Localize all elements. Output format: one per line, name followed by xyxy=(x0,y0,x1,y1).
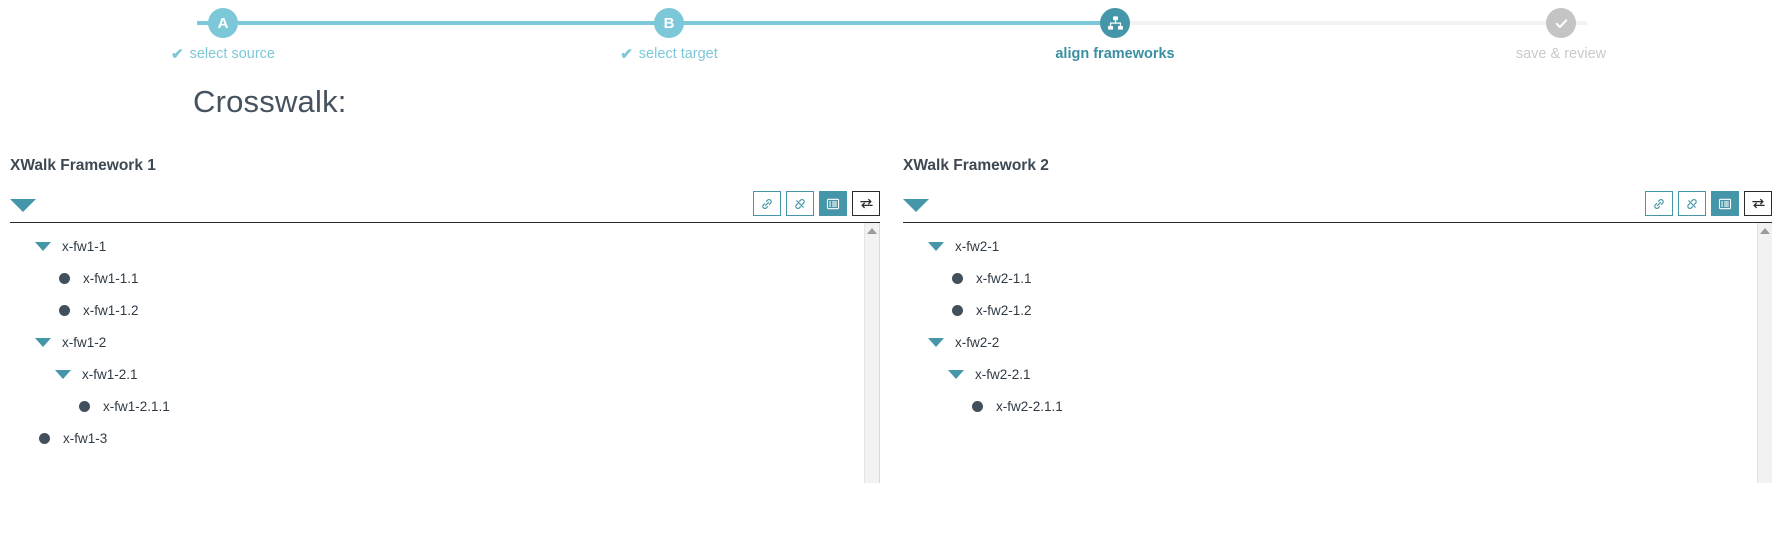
tree-node-label: x-fw2-2 xyxy=(955,334,1000,350)
step-save-review[interactable]: save & review xyxy=(1338,0,1784,62)
tree-node-label: x-fw1-3 xyxy=(63,430,108,446)
leaf-dot-icon xyxy=(59,272,70,284)
unlink-icon xyxy=(1687,198,1697,209)
link-button[interactable] xyxy=(1645,191,1673,216)
tree-node[interactable]: x-fw1-1.2 xyxy=(10,294,879,326)
stepper-steps: A ✔ select source B ✔ select target alig… xyxy=(0,0,1784,62)
step-label-save-review: save & review xyxy=(1516,46,1606,62)
chevron-down-icon[interactable] xyxy=(35,241,51,251)
tool-buttons-framework-1 xyxy=(753,191,880,216)
framework-panels: XWalk Framework 1 x-fw1-1 x-fw1-1.1 x-fw… xyxy=(0,157,1784,483)
tree-framework-2: x-fw2-1 x-fw2-1.1 x-fw2-1.2 x-fw2-2 x-fw… xyxy=(903,223,1772,422)
tree-node-label: x-fw2-2.1.1 xyxy=(996,398,1063,414)
step-badge-align[interactable] xyxy=(1100,8,1130,38)
list-icon xyxy=(826,198,840,209)
tree-node[interactable]: x-fw2-1.1 xyxy=(903,262,1772,294)
step-text: save & review xyxy=(1515,46,1607,62)
tree-node[interactable]: x-fw1-1.1 xyxy=(10,262,879,294)
panel-title-framework-1: XWalk Framework 1 xyxy=(10,157,156,174)
chevron-down-icon[interactable] xyxy=(35,337,51,347)
chevron-down-icon[interactable] xyxy=(948,369,964,379)
tree-node-label: x-fw1-2.1.1 xyxy=(103,398,170,414)
tree-node[interactable]: x-fw2-1 xyxy=(903,230,1772,262)
panel-toolbar-framework-2 xyxy=(903,191,1772,223)
panel-framework-2: XWalk Framework 2 x-fw2-1 x-fw2-1.1 x-fw… xyxy=(892,157,1784,483)
leaf-dot-icon xyxy=(952,272,963,284)
tree-node[interactable]: x-fw2-2.1 xyxy=(903,358,1772,390)
tree-framework-1: x-fw1-1 x-fw1-1.1 x-fw1-1.2 x-fw1-2 x-fw… xyxy=(10,223,879,454)
tree-scrollbar-framework-2[interactable] xyxy=(1757,223,1772,483)
chevron-down-icon[interactable] xyxy=(928,241,944,251)
exchange-arrows-icon xyxy=(1751,198,1765,209)
step-badge-a[interactable]: A xyxy=(208,8,238,38)
link-button[interactable] xyxy=(753,191,781,216)
tree-node[interactable]: x-fw2-2.1.1 xyxy=(903,390,1772,422)
swap-button[interactable] xyxy=(1744,191,1772,216)
tree-node-label: x-fw1-2.1 xyxy=(82,366,138,382)
tree-node[interactable]: x-fw2-2 xyxy=(903,326,1772,358)
tree-container-framework-2: x-fw2-1 x-fw2-1.1 x-fw2-1.2 x-fw2-2 x-fw… xyxy=(903,223,1772,483)
step-text: align frameworks xyxy=(1055,46,1175,62)
tree-container-framework-1: x-fw1-1 x-fw1-1.1 x-fw1-1.2 x-fw1-2 x-fw… xyxy=(10,223,880,483)
link-icon xyxy=(762,198,772,209)
tree-node-label: x-fw2-1.2 xyxy=(976,302,1032,318)
panel-framework-1: XWalk Framework 1 x-fw1-1 x-fw1-1.1 x-fw… xyxy=(0,157,892,483)
leaf-dot-icon xyxy=(59,304,70,316)
step-text: select target xyxy=(638,46,718,62)
sitemap-icon xyxy=(1107,15,1123,30)
tree-node-label: x-fw2-2.1 xyxy=(975,366,1031,382)
check-icon: ✔ xyxy=(620,45,633,63)
tree-node-label: x-fw1-1.2 xyxy=(83,302,139,318)
panel-toolbar-framework-1 xyxy=(10,191,880,223)
chevron-down-icon[interactable] xyxy=(928,337,944,347)
tree-node-label: x-fw1-2 xyxy=(62,334,107,350)
list-view-button[interactable] xyxy=(819,191,847,216)
step-select-source[interactable]: A ✔ select source xyxy=(0,0,446,62)
exchange-arrows-icon xyxy=(859,198,873,209)
unlink-icon xyxy=(795,198,805,209)
leaf-dot-icon xyxy=(972,400,983,412)
step-label-select-target: ✔ select target xyxy=(620,46,718,62)
tree-scrollbar-framework-1[interactable] xyxy=(864,223,879,483)
leaf-dot-icon xyxy=(39,432,50,444)
tool-buttons-framework-2 xyxy=(1645,191,1772,216)
tree-node[interactable]: x-fw1-2.1.1 xyxy=(10,390,879,422)
tree-node[interactable]: x-fw1-1 xyxy=(10,230,879,262)
leaf-dot-icon xyxy=(952,304,963,316)
tree-node[interactable]: x-fw1-2 xyxy=(10,326,879,358)
tree-node-label: x-fw1-1.1 xyxy=(83,270,139,286)
tree-node-label: x-fw2-1.1 xyxy=(976,270,1032,286)
list-icon xyxy=(1718,198,1732,209)
unlink-button[interactable] xyxy=(1678,191,1706,216)
scroll-up-arrow-icon[interactable] xyxy=(867,228,877,234)
swap-button[interactable] xyxy=(852,191,880,216)
collapse-all-caret-icon[interactable] xyxy=(10,199,36,212)
tree-node[interactable]: x-fw1-3 xyxy=(10,422,879,454)
step-select-target[interactable]: B ✔ select target xyxy=(446,0,892,62)
progress-stepper: A ✔ select source B ✔ select target alig… xyxy=(0,0,1784,72)
scroll-up-arrow-icon[interactable] xyxy=(1760,228,1770,234)
tree-node-label: x-fw2-1 xyxy=(955,238,1000,254)
collapse-all-caret-icon[interactable] xyxy=(903,199,929,212)
leaf-dot-icon xyxy=(79,400,90,412)
check-icon: ✔ xyxy=(170,45,184,63)
step-align-frameworks[interactable]: align frameworks xyxy=(892,0,1338,62)
step-label-align-frameworks: align frameworks xyxy=(1055,46,1174,62)
step-badge-b[interactable]: B xyxy=(654,8,684,38)
tree-node[interactable]: x-fw1-2.1 xyxy=(10,358,879,390)
page-title: Crosswalk: xyxy=(193,84,347,119)
tree-node-label: x-fw1-1 xyxy=(62,238,107,254)
step-text: select source xyxy=(189,46,275,62)
link-icon xyxy=(1654,198,1664,209)
step-badge-save[interactable] xyxy=(1546,8,1576,38)
unlink-button[interactable] xyxy=(786,191,814,216)
tree-node[interactable]: x-fw2-1.2 xyxy=(903,294,1772,326)
list-view-button[interactable] xyxy=(1711,191,1739,216)
check-circle-icon xyxy=(1555,18,1567,28)
chevron-down-icon[interactable] xyxy=(55,369,71,379)
step-label-select-source: ✔ select source xyxy=(171,46,275,62)
panel-title-framework-2: XWalk Framework 2 xyxy=(903,157,1049,174)
